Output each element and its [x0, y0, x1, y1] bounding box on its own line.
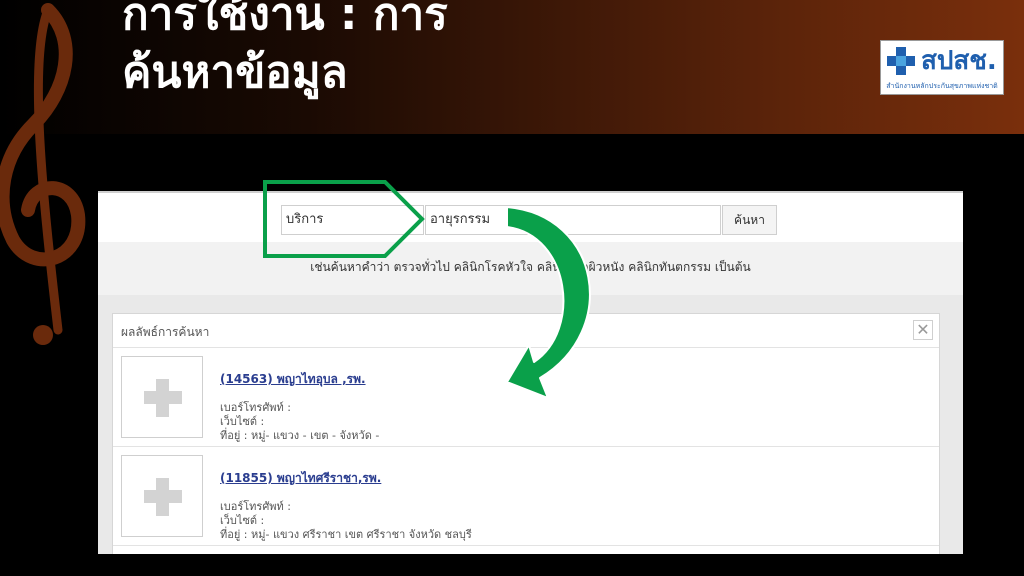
results-panel: ผลลัพธ์การค้นหา ✕ (14563) พญาไทอุบล ,รพ.… [112, 313, 940, 554]
nhso-logo: สปสช. สำนักงานหลักประกันสุขภาพแห่งชาติ [880, 40, 1004, 95]
logo-name: สปสช. [921, 46, 997, 76]
search-input[interactable]: อายุรกรรม [425, 205, 721, 235]
slide-title: การใช้งาน : การ ค้นหาข้อมูล [122, 0, 448, 102]
search-hint: เช่นค้นหาคำว่า ตรวจทั่วไป คลินิกโรคหัวใจ… [310, 260, 751, 274]
hint-area: เช่นค้นหาคำว่า ตรวจทั่วไป คลินิกโรคหัวใจ… [98, 242, 963, 295]
result-address: ที่อยู่ : หมู่- แขวง - เขต - จังหวัด - [220, 429, 380, 442]
list-item: (14563) พญาไทอุบล ,รพ. เบอร์โทรศัพท์ : เ… [113, 348, 939, 447]
slide-title-line1: การใช้งาน : การ [122, 0, 448, 40]
result-address: ที่อยู่ : หมู่- แขวง ศรีราชา เขต ศรีราชา… [220, 528, 472, 541]
service-select[interactable]: บริการ [281, 205, 424, 235]
slide-title-line2: ค้นหาข้อมูล [122, 47, 348, 98]
plus-icon [121, 356, 203, 438]
results-panel-title: ผลลัพธ์การค้นหา [121, 325, 210, 339]
results-panel-header: ผลลัพธ์การค้นหา ✕ [113, 314, 939, 348]
list-item: (11855) พญาไทศรีราชา,รพ. เบอร์โทรศัพท์ :… [113, 447, 939, 546]
close-icon[interactable]: ✕ [913, 320, 933, 340]
logo-subtitle: สำนักงานหลักประกันสุขภาพแห่งชาติ [886, 82, 998, 90]
result-title-link[interactable]: (11855) พญาไทศรีราชา,รพ. [220, 469, 381, 488]
search-button[interactable]: ค้นหา [722, 205, 777, 235]
treble-clef-icon [0, 3, 86, 345]
search-bar: บริการ อายุรกรรม ค้นหา [98, 191, 963, 244]
app-screenshot: บริการ อายุรกรรม ค้นหา เช่นค้นหาคำว่า ตร… [98, 191, 963, 554]
result-title-link[interactable]: (14563) พญาไทอุบล ,รพ. [220, 370, 366, 389]
cross-icon [887, 47, 915, 75]
plus-icon [121, 455, 203, 537]
